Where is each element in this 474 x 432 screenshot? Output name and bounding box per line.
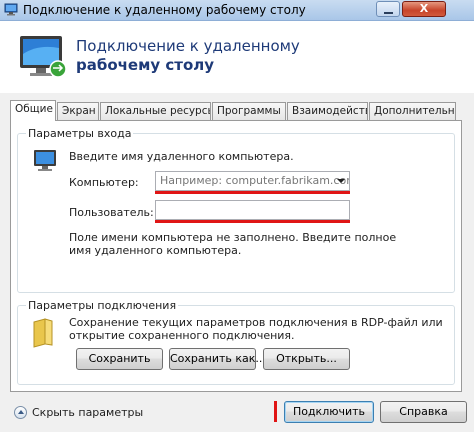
tab-programs[interactable]: Программы bbox=[212, 102, 286, 120]
connection-desc-line1: Сохранение текущих параметров подключени… bbox=[69, 316, 443, 329]
user-label: Пользователь: bbox=[69, 206, 154, 219]
computer-icon bbox=[34, 150, 56, 171]
computer-monitor-icon bbox=[20, 36, 67, 78]
hide-options-link[interactable]: Скрыть параметры bbox=[32, 406, 143, 419]
connect-button[interactable]: Подключить bbox=[284, 401, 374, 423]
highlight-bar-connect bbox=[274, 401, 277, 422]
tab-strip: Общие Экран Локальные ресурсы Программы … bbox=[10, 100, 470, 121]
highlight-underline-user bbox=[155, 220, 350, 223]
dropdown-arrow-icon[interactable] bbox=[337, 179, 345, 183]
window-title: Подключение к удаленному рабочему столу bbox=[23, 3, 306, 17]
open-button[interactable]: Открыть... bbox=[263, 348, 350, 370]
header-banner: Подключение к удаленному рабочему столу bbox=[0, 21, 474, 93]
connection-desc-line2: открытие сохраненного подключения. bbox=[69, 329, 295, 342]
connection-settings-group: Параметры подключения Сохранение текущих… bbox=[17, 299, 455, 385]
title-bar: Подключение к удаленному рабочему столу … bbox=[0, 0, 474, 21]
tab-local-resources[interactable]: Локальные ресурсы bbox=[100, 102, 211, 120]
computer-placeholder: Например: computer.fabrikam.com bbox=[160, 174, 350, 187]
close-button[interactable]: X bbox=[402, 1, 446, 17]
computer-combobox[interactable]: Например: computer.fabrikam.com bbox=[155, 171, 350, 191]
login-settings-group: Параметры входа Введите имя удаленного к… bbox=[17, 127, 455, 293]
warning-line2: имя удаленного компьютера. bbox=[69, 244, 242, 257]
save-button[interactable]: Сохранить bbox=[76, 348, 163, 370]
tab-advanced[interactable]: Дополнительно bbox=[369, 102, 456, 120]
computer-label: Компьютер: bbox=[69, 176, 139, 189]
help-button[interactable]: Справка bbox=[380, 401, 467, 423]
tab-panel: Параметры входа Введите имя удаленного к… bbox=[10, 120, 462, 392]
tab-experience[interactable]: Взаимодействие bbox=[287, 102, 368, 120]
login-group-legend: Параметры входа bbox=[26, 127, 134, 140]
tab-display[interactable]: Экран bbox=[57, 102, 99, 120]
collapse-options-icon[interactable] bbox=[14, 406, 27, 419]
tab-general[interactable]: Общие bbox=[10, 100, 56, 121]
header-title-line1: Подключение к удаленному bbox=[76, 37, 300, 55]
remote-desktop-icon bbox=[4, 3, 18, 16]
login-hint: Введите имя удаленного компьютера. bbox=[69, 150, 294, 163]
save-as-button[interactable]: Сохранить как... bbox=[169, 348, 266, 370]
folder-icon bbox=[33, 318, 53, 348]
header-title-line2: рабочему столу bbox=[76, 56, 215, 74]
minimize-button[interactable] bbox=[376, 1, 400, 17]
user-input[interactable] bbox=[155, 200, 350, 220]
header-title: Подключение к удаленному рабочему столу bbox=[76, 37, 300, 75]
connection-group-legend: Параметры подключения bbox=[26, 299, 179, 312]
warning-line1: Поле имени компьютера не заполнено. Введ… bbox=[69, 231, 397, 244]
highlight-underline-computer bbox=[155, 191, 350, 194]
